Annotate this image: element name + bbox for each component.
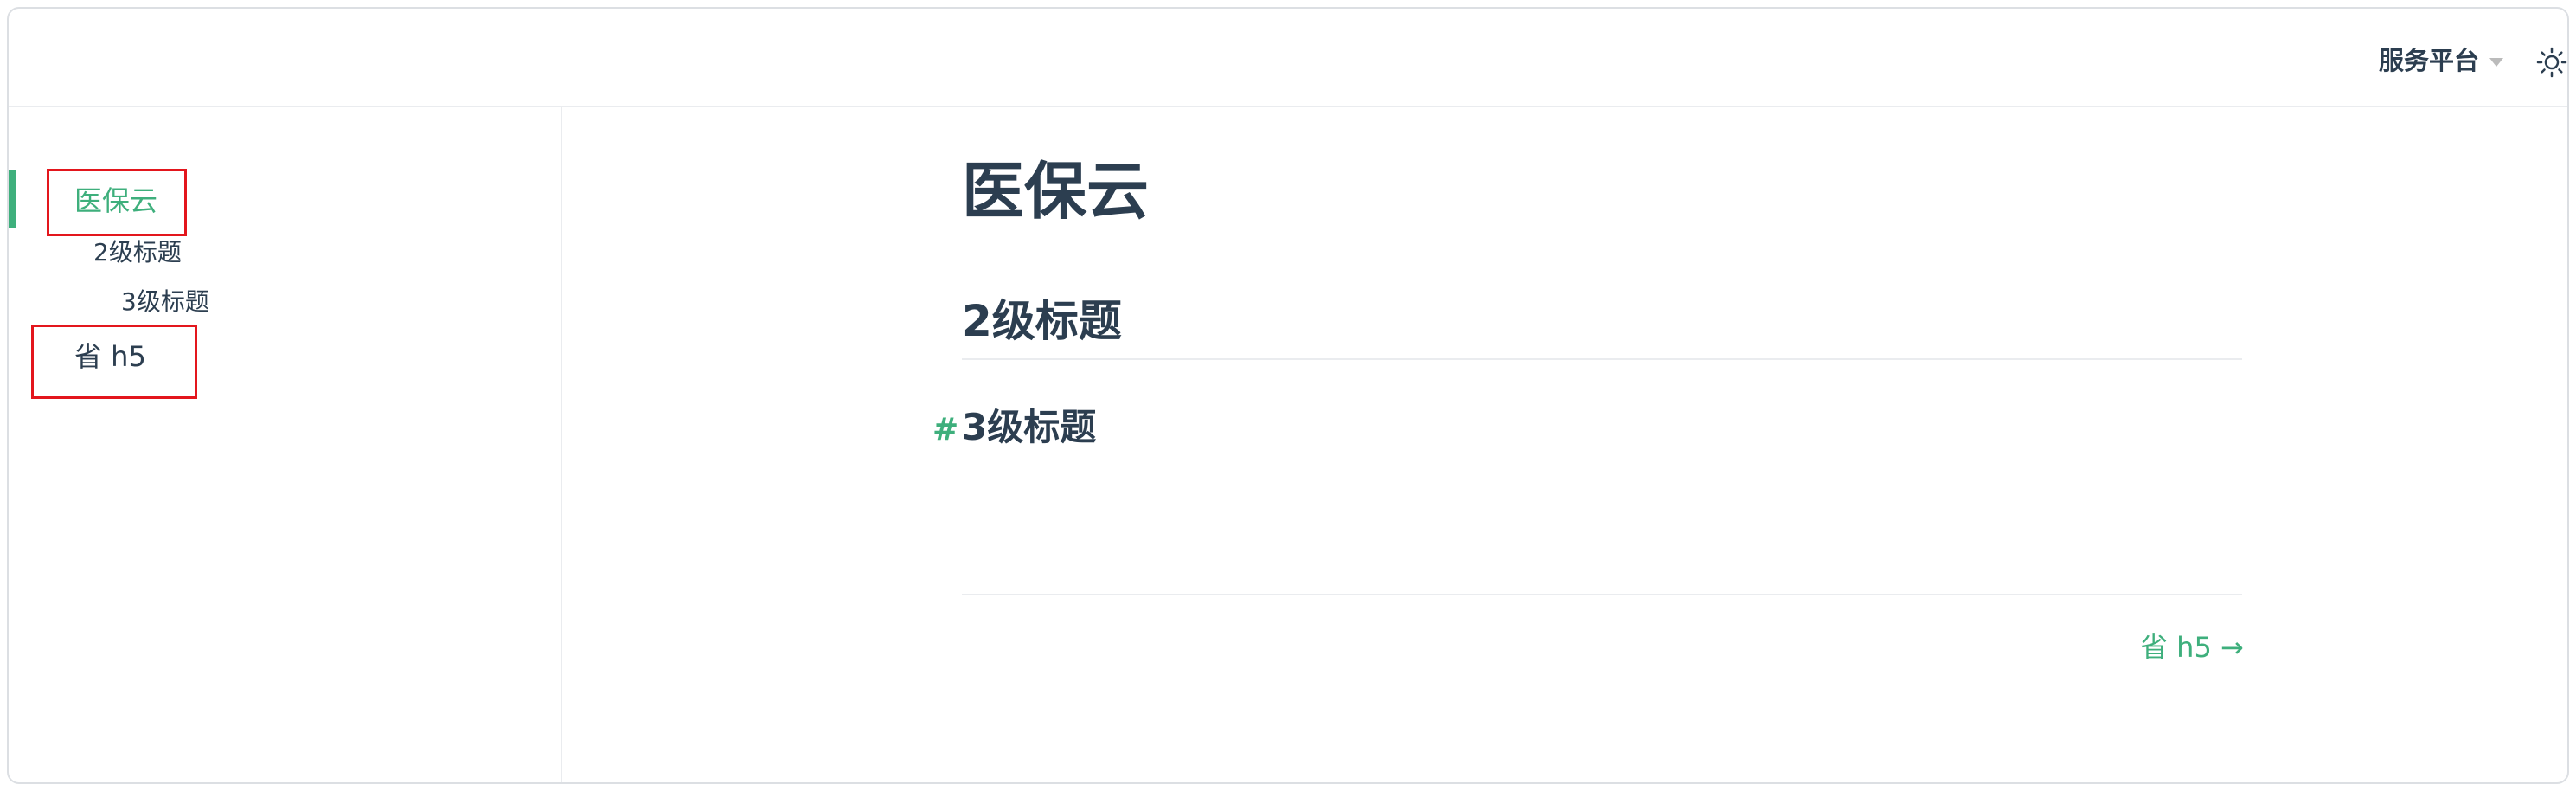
next-page-label: 省 h5 <box>2140 631 2212 664</box>
next-page-link[interactable]: 省 h5 → <box>2140 630 2244 665</box>
sun-icon-svg <box>2536 47 2567 78</box>
dropdown-label: 服务平台 <box>2378 46 2479 75</box>
top-navbar: 服务平台 <box>9 9 2567 107</box>
sidebar-item-level3-heading[interactable]: 3级标题 <box>121 286 209 318</box>
sidebar-active-indicator <box>9 170 16 228</box>
page-title: 医保云 <box>962 155 1150 228</box>
service-platform-dropdown[interactable]: 服务平台 <box>2379 45 2503 76</box>
level3-heading: 3级标题 <box>962 406 1097 448</box>
arrow-right-icon: → <box>2220 631 2244 664</box>
sidebar-item-yibaoyun[interactable]: 医保云 <box>74 183 157 218</box>
sidebar: 医保云 2级标题 3级标题 省 h5 <box>9 107 562 782</box>
page-nav-divider <box>962 594 2242 595</box>
header-anchor-link[interactable]: # <box>932 412 962 447</box>
level3-heading-row: # 3级标题 <box>932 405 1096 450</box>
level2-heading: 2级标题 <box>962 294 2242 360</box>
app-window: 服务平台 医保云 2级标题 3级标题 省 h5 医保云 2级标题 # 3级标题 … <box>7 7 2569 784</box>
sidebar-item-province-h5[interactable]: 省 h5 <box>74 339 146 374</box>
sidebar-item-level2-heading[interactable]: 2级标题 <box>93 237 182 268</box>
main-content: 医保云 2级标题 # 3级标题 省 h5 → <box>562 107 2567 782</box>
chevron-down-icon <box>2489 58 2503 67</box>
sun-icon[interactable] <box>2536 47 2567 78</box>
